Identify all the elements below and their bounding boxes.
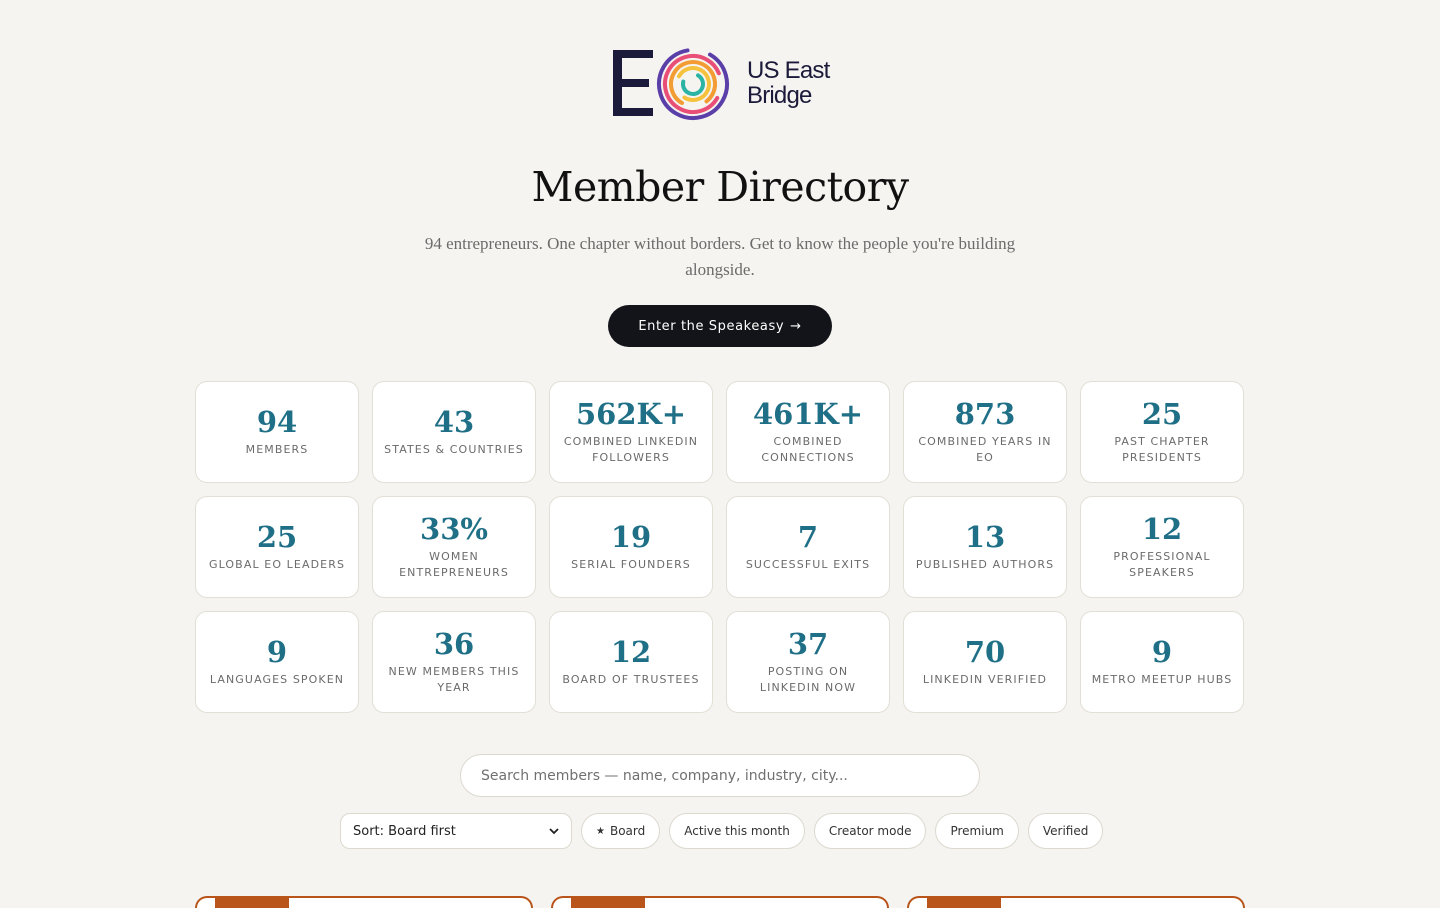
filter-chip-premium[interactable]: Premium bbox=[935, 813, 1019, 849]
stat-card: 873 Combined Years in EO bbox=[903, 381, 1067, 483]
stat-value: 7 bbox=[797, 520, 819, 554]
member-card[interactable] bbox=[195, 896, 533, 908]
stat-card: 37 Posting on LinkedIn Now bbox=[726, 611, 890, 713]
stat-value: 33% bbox=[420, 512, 488, 546]
stat-card: 94 Members bbox=[195, 381, 359, 483]
stats-grid: 94 Members 43 States & Countries 562K+ Combin… bbox=[195, 381, 1245, 713]
stat-label: Women Entrepreneurs bbox=[399, 550, 509, 579]
stat-card: 7 Successful Exits bbox=[726, 496, 890, 598]
stat-card: 461K+ Combined Connections bbox=[726, 381, 890, 483]
filter-chips: ★ Board Active this month Creator mode Premi… bbox=[581, 813, 1104, 849]
stat-label: Metro Meetup Hubs bbox=[1091, 673, 1233, 686]
filter-chip-board[interactable]: ★ Board bbox=[581, 813, 661, 849]
stat-label: States & Countries bbox=[384, 443, 524, 456]
filter-chip-creator-mode[interactable]: Creator mode bbox=[813, 813, 927, 849]
sort-select[interactable]: Sort: Board first bbox=[340, 813, 572, 849]
star-icon: ★ bbox=[596, 825, 605, 837]
stat-card: 9 Metro Meetup Hubs bbox=[1080, 611, 1244, 713]
logo-line-1: US East bbox=[747, 57, 830, 84]
member-card[interactable] bbox=[907, 896, 1245, 908]
member-card[interactable] bbox=[551, 896, 889, 908]
stat-label: Published Authors bbox=[915, 558, 1055, 571]
stat-value: 25 bbox=[256, 520, 298, 554]
stat-card: 9 Languages Spoken bbox=[195, 611, 359, 713]
sort-select-value: Sort: Board first bbox=[353, 823, 456, 839]
stat-value: 19 bbox=[610, 520, 652, 554]
page-title: Member Directory bbox=[531, 163, 910, 211]
cta-label: Enter the Speakeasy bbox=[638, 318, 785, 334]
filter-bar: Sort: Board first ★ Board Active this mont… bbox=[340, 813, 1104, 849]
stat-value: 562K+ bbox=[575, 397, 687, 431]
stat-value: 25 bbox=[1141, 397, 1183, 431]
logo-line-2: Bridge bbox=[747, 82, 812, 109]
stat-value: 37 bbox=[787, 627, 829, 661]
eo-logo[interactable]: US East Bridge bbox=[613, 46, 833, 122]
stat-card: 12 Board of Trustees bbox=[549, 611, 713, 713]
stat-value: 13 bbox=[964, 520, 1006, 554]
stat-card: 25 Past Chapter Presidents bbox=[1080, 381, 1244, 483]
enter-speakeasy-button[interactable]: Enter the Speakeasy → bbox=[608, 305, 832, 347]
stat-label: New Members This Year bbox=[388, 665, 520, 694]
filter-chip-label: Verified bbox=[1042, 824, 1089, 838]
stat-card: 43 States & Countries bbox=[372, 381, 536, 483]
stat-value: 9 bbox=[1151, 635, 1173, 669]
eo-ring-icon bbox=[657, 48, 729, 120]
stat-value: 43 bbox=[433, 405, 475, 439]
stat-label: Past Chapter Presidents bbox=[1114, 435, 1210, 464]
stat-label: Combined Connections bbox=[761, 435, 855, 464]
stat-value: 12 bbox=[1141, 512, 1183, 546]
chevron-down-icon bbox=[549, 828, 559, 835]
stat-card: 13 Published Authors bbox=[903, 496, 1067, 598]
stat-label: Combined LinkedIn Followers bbox=[563, 435, 699, 464]
stat-label: Posting on LinkedIn Now bbox=[759, 665, 857, 694]
stat-value: 94 bbox=[256, 405, 298, 439]
stat-card: 562K+ Combined LinkedIn Followers bbox=[549, 381, 713, 483]
filter-chip-verified[interactable]: Verified bbox=[1027, 813, 1104, 849]
stat-value: 12 bbox=[610, 635, 652, 669]
filter-chip-label: Active this month bbox=[684, 824, 790, 838]
stat-card: 12 Professional Speakers bbox=[1080, 496, 1244, 598]
stat-card: 25 Global EO Leaders bbox=[195, 496, 359, 598]
stat-label: LinkedIn Verified bbox=[922, 673, 1048, 686]
stat-label: Successful Exits bbox=[745, 558, 871, 571]
filter-chip-label: Board bbox=[609, 824, 646, 838]
stat-label: Professional Speakers bbox=[1113, 550, 1211, 579]
filter-chip-active-this-month[interactable]: Active this month bbox=[669, 813, 805, 849]
stat-value: 873 bbox=[954, 397, 1016, 431]
stat-label: Board of Trustees bbox=[562, 673, 700, 686]
stat-card: 33% Women Entrepreneurs bbox=[372, 496, 536, 598]
stat-value: 461K+ bbox=[752, 397, 864, 431]
logo-wordmark: US East Bridge bbox=[747, 57, 830, 109]
stat-value: 9 bbox=[266, 635, 288, 669]
stat-value: 36 bbox=[433, 627, 475, 661]
stat-card: 36 New Members This Year bbox=[372, 611, 536, 713]
stat-label: Serial Founders bbox=[571, 558, 691, 571]
page-subtitle: 94 entrepreneurs. One chapter without bo… bbox=[424, 234, 1016, 279]
search-input[interactable] bbox=[460, 754, 980, 797]
stat-value: 70 bbox=[964, 635, 1006, 669]
stat-label: Languages Spoken bbox=[209, 673, 345, 686]
filter-chip-label: Creator mode bbox=[828, 824, 912, 838]
filter-chip-label: Premium bbox=[950, 824, 1004, 838]
stat-label: Members bbox=[245, 443, 309, 456]
stat-card: 70 LinkedIn Verified bbox=[903, 611, 1067, 713]
arrow-right-icon: → bbox=[790, 318, 802, 334]
stat-label: Global EO Leaders bbox=[208, 558, 346, 571]
stat-card: 19 Serial Founders bbox=[549, 496, 713, 598]
logo-letter-e bbox=[613, 50, 657, 116]
stat-label: Combined Years in EO bbox=[918, 435, 1052, 464]
